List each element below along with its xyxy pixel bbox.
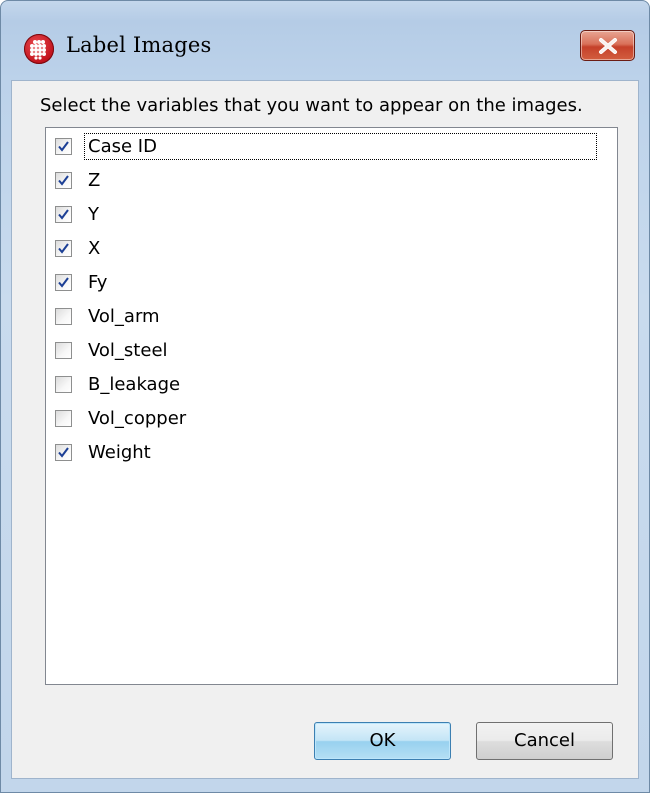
list-item-label: Y [88,203,99,225]
checkmark-icon [58,174,69,186]
ok-button[interactable]: OK [314,722,451,760]
list-item[interactable]: Weight [55,437,154,467]
checkbox-unchecked[interactable] [55,409,72,427]
list-item-label: Z [88,169,101,191]
variables-listbox[interactable]: Case ID Z Y X Fy Vol_arm Vol_steel B_leakage Vol… [45,127,618,685]
checkmark-icon [58,140,69,152]
list-item-label: Case ID [84,132,597,160]
dialog-body: Select the variables that you want to ap… [11,80,639,779]
list-item[interactable]: Vol_copper [55,403,189,433]
instructions-text: Select the variables that you want to ap… [40,95,583,116]
checkbox-checked[interactable] [55,273,72,291]
checkbox-checked[interactable] [55,171,72,189]
list-item-label: B_leakage [88,373,181,395]
list-item-label: X [88,237,101,259]
window-title: Label Images [66,33,212,57]
close-button[interactable] [580,30,635,61]
checkbox-checked[interactable] [55,443,72,461]
checkbox-unchecked[interactable] [55,375,72,393]
list-item-label: Vol_copper [88,407,187,429]
list-item[interactable]: Z [55,165,103,195]
list-item[interactable]: Y [55,199,102,229]
checkbox-unchecked[interactable] [55,341,72,359]
list-item-label: Weight [88,441,151,463]
list-item[interactable]: X [55,233,103,263]
list-item-label: Vol_steel [88,339,168,361]
list-item-label: Vol_arm [88,305,160,327]
checkmark-icon [58,242,69,254]
checkbox-checked[interactable] [55,205,72,223]
list-item[interactable]: Vol_arm [55,301,163,331]
list-item[interactable]: Vol_steel [55,335,171,365]
checkbox-checked[interactable] [55,239,72,257]
checkbox-checked[interactable] [55,137,72,155]
dialog-window: Label Images Select the variables that y… [0,0,650,793]
checkbox-unchecked[interactable] [55,307,72,325]
list-item[interactable]: B_leakage [55,369,183,399]
checkmark-icon [58,208,69,220]
list-item[interactable]: Case ID [55,131,597,161]
app-grid-icon [24,34,54,64]
close-icon [599,38,617,54]
checkmark-icon [58,446,69,458]
cancel-button[interactable]: Cancel [476,722,613,760]
title-bar[interactable]: Label Images [1,1,649,79]
list-item-label: Fy [88,271,108,293]
checkmark-icon [58,276,69,288]
list-item[interactable]: Fy [55,267,110,297]
